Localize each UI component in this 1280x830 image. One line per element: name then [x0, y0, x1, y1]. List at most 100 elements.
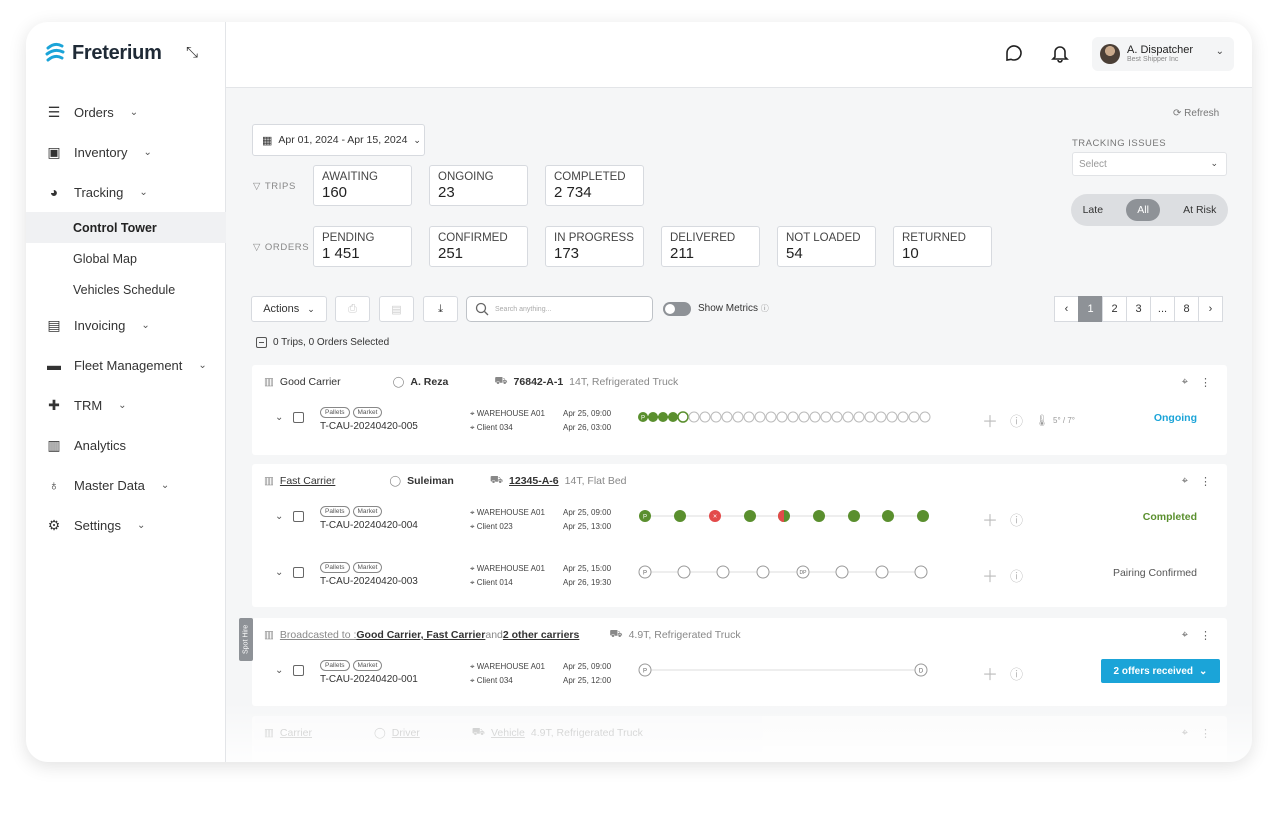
sidebar-subitem-vehicles-schedule[interactable]: Vehicles Schedule: [26, 274, 226, 305]
support-chat-icon[interactable]: [1003, 42, 1025, 64]
page-3-button[interactable]: 3: [1126, 296, 1151, 322]
segment-late[interactable]: Late: [1083, 204, 1103, 216]
order-locations: ⌖ WAREHOUSE A01 ⌖ Client 023: [470, 506, 545, 534]
expand-chevron-icon[interactable]: ⌄: [275, 567, 283, 578]
next-page-button[interactable]: ›: [1198, 296, 1223, 322]
destination: ⌖ Client 014: [470, 578, 513, 587]
info-icon[interactable]: ⓘ: [1010, 411, 1023, 430]
tracking-issues-select[interactable]: Select ⌄: [1072, 152, 1227, 176]
row-checkbox[interactable]: [293, 567, 304, 578]
sidebar-item-settings[interactable]: ⚙ Settings ⌄: [26, 505, 226, 545]
vehicle-info: ⛟ 4.9T, Refrigerated Truck: [609, 628, 740, 642]
search-input[interactable]: Search anything...: [466, 296, 653, 322]
card-header-actions: ⌖ ⋮: [1182, 629, 1211, 642]
stat-awaiting[interactable]: AWAITING 160: [313, 165, 412, 206]
stat-completed[interactable]: COMPLETED 2 734: [545, 165, 644, 206]
row-checkbox[interactable]: [293, 665, 304, 676]
page-1-button[interactable]: 1: [1078, 296, 1103, 322]
puzzle-icon: ✚: [48, 396, 60, 413]
add-icon[interactable]: ＋: [982, 408, 998, 432]
stat-delivered[interactable]: DELIVERED 211: [661, 226, 760, 267]
driver-name[interactable]: Driver: [392, 727, 420, 739]
card-header-actions: ⌖ ⋮: [1182, 475, 1211, 488]
delivery-date: Apr 25, 12:00: [563, 676, 612, 685]
page-8-button[interactable]: 8: [1174, 296, 1199, 322]
sidebar-item-trm[interactable]: ✚ TRM ⌄: [26, 385, 226, 425]
sidebar-subitem-global-map[interactable]: Global Map: [26, 243, 226, 274]
page-2-button[interactable]: 2: [1102, 296, 1127, 322]
sidebar-item-invoicing[interactable]: ▤ Invoicing ⌄: [26, 305, 226, 345]
svg-text:×: ×: [713, 514, 717, 521]
row-checkbox[interactable]: [293, 412, 304, 423]
expand-chevron-icon[interactable]: ⌄: [275, 412, 283, 423]
add-icon[interactable]: ＋: [982, 563, 998, 587]
stat-label: DELIVERED: [670, 232, 736, 244]
sidebar-item-orders[interactable]: ☰ Orders ⌄: [26, 92, 226, 132]
stat-returned[interactable]: RETURNED 10: [893, 226, 992, 267]
sidebar-item-tracking[interactable]: ◕ Tracking ⌄: [26, 172, 226, 212]
stat-pending[interactable]: PENDING 1 451: [313, 226, 412, 267]
partial-drop-marker-label: DP: [800, 570, 808, 576]
location-pin-icon[interactable]: ⌖: [1182, 475, 1188, 488]
order-id[interactable]: T-CAU-20240420-003: [320, 576, 418, 587]
order-id[interactable]: T-CAU-20240420-005: [320, 421, 418, 432]
date-range-picker[interactable]: ▦ Apr 01, 2024 - Apr 15, 2024 ⌄: [252, 124, 425, 156]
order-id[interactable]: T-CAU-20240420-004: [320, 520, 418, 531]
expand-chevron-icon[interactable]: ⌄: [275, 511, 283, 522]
destination: ⌖ Client 034: [470, 423, 513, 432]
sidebar-item-fleet-management[interactable]: ▬ Fleet Management ⌄: [26, 345, 226, 385]
more-vert-icon[interactable]: ⋮: [1200, 475, 1211, 488]
order-dates: Apr 25, 15:00 Apr 26, 19:30: [563, 562, 611, 590]
order-id[interactable]: T-CAU-20240420-001: [320, 674, 418, 685]
show-metrics-toggle[interactable]: [663, 302, 691, 316]
row-checkbox[interactable]: [293, 511, 304, 522]
sidebar-item-label: Settings: [74, 517, 121, 533]
info-icon[interactable]: ⓘ: [1010, 510, 1023, 529]
segment-at-risk[interactable]: At Risk: [1183, 204, 1216, 216]
expand-chevron-icon[interactable]: ⌄: [275, 665, 283, 676]
add-icon[interactable]: ＋: [982, 661, 998, 685]
sidebar-item-master-data[interactable]: ♁ Master Data ⌄: [26, 465, 226, 505]
print-button[interactable]: ⎙: [335, 296, 370, 322]
document-icon: ▤: [391, 303, 402, 316]
more-vert-icon[interactable]: ⋮: [1200, 629, 1211, 642]
more-vert-icon[interactable]: ⋮: [1200, 727, 1211, 740]
add-icon[interactable]: ＋: [982, 507, 998, 531]
sidebar-subitem-control-tower[interactable]: Control Tower: [26, 212, 226, 243]
location-pin-icon[interactable]: ⌖: [1182, 376, 1188, 389]
stat-value: 1 451: [322, 245, 360, 262]
vehicle-info: ⛟ 76842-A-1: [494, 375, 563, 389]
offers-received-button[interactable]: 2 offers received ⌄: [1101, 659, 1220, 683]
location-pin-icon[interactable]: ⌖: [1182, 629, 1188, 642]
user-menu[interactable]: A. Dispatcher Best Shipper Inc ⌄: [1092, 37, 1234, 71]
prev-page-button[interactable]: ‹: [1054, 296, 1079, 322]
document-button[interactable]: ▤: [379, 296, 414, 322]
more-vert-icon[interactable]: ⋮: [1200, 376, 1211, 389]
stat-ongoing[interactable]: ONGOING 23: [429, 165, 528, 206]
tag: Market: [352, 506, 383, 517]
broadcast-carriers[interactable]: Good Carrier, Fast Carrier: [356, 629, 485, 641]
collapse-sidebar-icon[interactable]: ⤡: [186, 44, 198, 61]
carrier-name[interactable]: Fast Carrier: [280, 475, 335, 487]
stat-confirmed[interactable]: CONFIRMED 251: [429, 226, 528, 267]
sidebar-item-analytics[interactable]: ▥ Analytics: [26, 425, 226, 465]
location-pin-icon[interactable]: ⌖: [1182, 727, 1188, 740]
download-button[interactable]: ⤓: [423, 296, 458, 322]
app-logo[interactable]: Freterium: [44, 40, 162, 66]
actions-dropdown[interactable]: Actions ⌄: [251, 296, 327, 322]
info-icon[interactable]: ⓘ: [1010, 566, 1023, 585]
carrier-name[interactable]: Carrier: [280, 727, 312, 739]
stat-not-loaded[interactable]: NOT LOADED 54: [777, 226, 876, 267]
destination-name: Client 034: [476, 676, 513, 685]
vehicle-plate[interactable]: Vehicle: [491, 727, 525, 739]
segment-all[interactable]: All: [1126, 199, 1160, 221]
stat-in-progress[interactable]: IN PROGRESS 173: [545, 226, 644, 267]
broadcast-other[interactable]: 2 other carriers: [503, 629, 579, 641]
vehicle-plate[interactable]: 12345-A-6: [509, 475, 559, 487]
deselect-all-checkbox[interactable]: [256, 337, 267, 348]
clipboard-icon: ▣: [47, 143, 61, 160]
info-icon[interactable]: ⓘ: [1010, 664, 1023, 683]
sidebar-item-inventory[interactable]: ▣ Inventory ⌄: [26, 132, 226, 172]
refresh-button[interactable]: ⟳ Refresh: [1173, 108, 1219, 119]
notification-bell-icon[interactable]: [1049, 42, 1071, 64]
